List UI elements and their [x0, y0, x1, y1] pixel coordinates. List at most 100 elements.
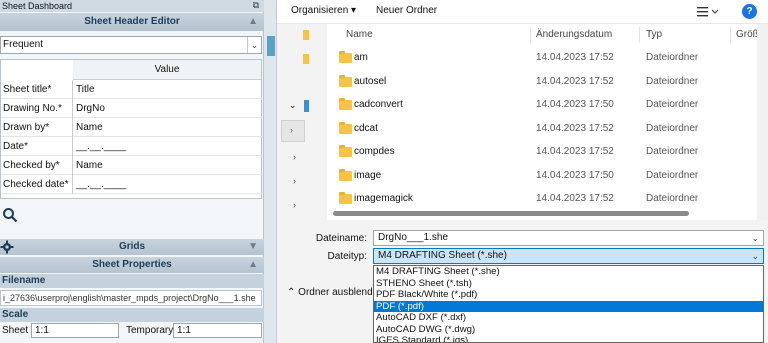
table-row[interactable]: Sheet title* Title — [1, 80, 263, 99]
list-item[interactable]: image 14.04.2023 17:50 Dateiordner — [327, 164, 757, 188]
folder-icon — [339, 168, 352, 181]
gear-icon[interactable] — [0, 240, 14, 254]
file-type: Dateiordner — [646, 75, 699, 87]
field-value[interactable]: __.__.____ — [76, 175, 126, 194]
collapse-chevron-icon[interactable]: ▲ — [248, 257, 258, 273]
list-item[interactable]: autosel 14.04.2023 17:52 Dateiordner — [327, 70, 757, 94]
help-icon[interactable]: ? — [742, 4, 757, 19]
file-type: Dateiordner — [646, 193, 699, 204]
hide-folders-toggle[interactable]: ⌃ Ordner ausblende — [287, 287, 378, 298]
file-date: 14.04.2023 17:52 — [536, 193, 614, 204]
header-fields-table: Value Sheet title* Title Drawing No.* Dr… — [0, 59, 263, 199]
chevron-down-icon[interactable]: ⌄ — [751, 249, 759, 263]
filetype-option[interactable]: AutoCAD DWG (*.dwg) — [374, 324, 763, 336]
preset-value: Frequent — [3, 39, 44, 50]
file-name: cdcat — [354, 122, 378, 134]
field-label: Sheet title* — [1, 80, 73, 99]
hide-folders-label: Ordner ausblende — [298, 287, 379, 298]
file-type: Dateiordner — [646, 52, 699, 63]
table-row[interactable]: Checked by* Name — [1, 156, 263, 175]
file-list: Name Änderungsdatum Typ Größ am 14.04.20… — [327, 24, 757, 220]
column-header-size[interactable]: Größ — [736, 24, 757, 46]
filetype-option[interactable]: STHENO Sheet (*.tsh) — [374, 278, 763, 290]
sheet-header-editor-bar[interactable]: Sheet Header Editor ▲ — [0, 13, 264, 31]
file-name: autosel — [354, 75, 387, 87]
chevron-down-icon[interactable]: ⌄ — [247, 37, 261, 53]
field-label: Checked by* — [1, 156, 73, 175]
field-value[interactable]: Name — [76, 118, 103, 137]
folder-icon — [303, 54, 309, 64]
chevron-right-icon[interactable]: › — [293, 176, 296, 186]
chevron-up-icon: ⌃ — [287, 287, 296, 298]
column-divider[interactable] — [530, 27, 531, 43]
list-item[interactable]: am 14.04.2023 17:52 Dateiordner — [327, 46, 757, 70]
temporary-scale-input[interactable]: 1:1 — [173, 323, 262, 338]
vertical-scrollbar[interactable] — [760, 24, 768, 220]
table-row[interactable]: Checked date* __.__.____ — [1, 175, 263, 194]
list-item[interactable]: cadconvert 14.04.2023 17:50 Dateiordner — [327, 93, 757, 117]
dashboard-title: Sheet Dashboard — [0, 0, 264, 12]
view-options-icon[interactable] — [697, 6, 719, 17]
search-icon[interactable] — [2, 207, 18, 223]
chevron-down-icon[interactable]: ⌄ — [751, 231, 759, 245]
field-value[interactable]: __.__.____ — [76, 137, 126, 156]
column-header-type[interactable]: Typ — [646, 24, 662, 46]
organize-button[interactable]: Organisieren ▾ — [291, 5, 356, 16]
file-type: Dateiordner — [646, 169, 699, 181]
collapse-chevron-icon[interactable]: ▲ — [248, 13, 258, 31]
filetype-option-highlighted[interactable]: PDF (*.pdf) — [374, 300, 763, 312]
filetype-value: M4 DRAFTING Sheet (*.she) — [378, 250, 507, 261]
new-folder-button[interactable]: Neuer Ordner — [376, 5, 437, 16]
restore-icon[interactable]: ⧉ — [253, 0, 259, 11]
filename-input[interactable]: DrgNo___1.she ⌄ — [373, 230, 764, 246]
column-header-date[interactable]: Änderungsdatum — [536, 24, 612, 46]
table-row[interactable]: Drawing No.* DrgNo — [1, 99, 263, 118]
chevron-right-icon[interactable]: › — [293, 200, 296, 210]
filename-field[interactable]: i_27636\userproj\english\master_mpds_pro… — [0, 290, 262, 306]
sheet-properties-bar[interactable]: Sheet Properties ▲ — [0, 257, 264, 273]
file-type: Dateiordner — [646, 146, 699, 157]
filetype-select[interactable]: M4 DRAFTING Sheet (*.she) ⌄ — [373, 248, 764, 264]
folder-icon — [339, 51, 352, 63]
preset-select[interactable]: Frequent ⌄ — [0, 36, 262, 54]
scale-label: Scale — [0, 308, 264, 322]
filename-label: Filename — [0, 274, 264, 288]
filetype-option[interactable]: M4 DRAFTING Sheet (*.she) — [374, 266, 763, 278]
chevron-down-icon[interactable]: ⌄ — [289, 100, 297, 111]
field-label: Checked date* — [1, 175, 73, 194]
file-name: compdes — [354, 146, 395, 157]
file-name: imagemagick — [354, 193, 413, 204]
collapse-chevron-icon[interactable]: ▼ — [248, 239, 258, 255]
list-item[interactable]: imagemagick 14.04.2023 17:52 Dateiordner — [327, 187, 757, 211]
filetype-option[interactable]: IGES Standard (*.igs) — [374, 335, 763, 342]
column-divider[interactable] — [639, 27, 640, 43]
table-row[interactable]: Date* __.__.____ — [1, 137, 263, 156]
folder-icon — [339, 74, 352, 87]
file-date: 14.04.2023 17:52 — [536, 146, 614, 157]
filetype-option[interactable]: PDF Black/White (*.pdf) — [374, 289, 763, 301]
sheet-scale-input[interactable]: 1:1 — [31, 323, 119, 338]
list-item[interactable]: cdcat 14.04.2023 17:52 Dateiordner — [327, 117, 757, 141]
horizontal-scrollbar[interactable] — [333, 211, 689, 216]
filetype-option[interactable]: AutoCAD DXF (*.dxf) — [374, 312, 763, 324]
column-divider[interactable] — [730, 27, 731, 43]
sheet-scale-label: Sheet — [2, 325, 29, 336]
sheet-properties-title: Sheet Properties — [92, 259, 172, 270]
file-date: 14.04.2023 17:52 — [536, 52, 614, 63]
folder-icon — [339, 145, 352, 157]
nav-expand-item[interactable]: › — [281, 120, 305, 142]
grids-bar[interactable]: Grids ▼ — [0, 239, 264, 255]
field-label: Date* — [1, 137, 73, 156]
column-header-name[interactable]: Name — [346, 24, 373, 46]
canvas-strip — [264, 0, 276, 343]
file-date: 14.04.2023 17:52 — [536, 122, 614, 134]
list-item[interactable]: compdes 14.04.2023 17:52 Dateiordner — [327, 140, 757, 164]
drive-icon — [304, 100, 309, 112]
field-value[interactable]: Name — [76, 156, 103, 175]
field-value[interactable]: DrgNo — [76, 99, 105, 118]
table-row[interactable]: Drawn by* Name — [1, 118, 263, 137]
canvas-marker — [267, 36, 275, 56]
field-value[interactable]: Title — [76, 80, 95, 99]
chevron-right-icon[interactable]: › — [293, 152, 296, 162]
temporary-scale-label: Temporary — [126, 325, 174, 336]
